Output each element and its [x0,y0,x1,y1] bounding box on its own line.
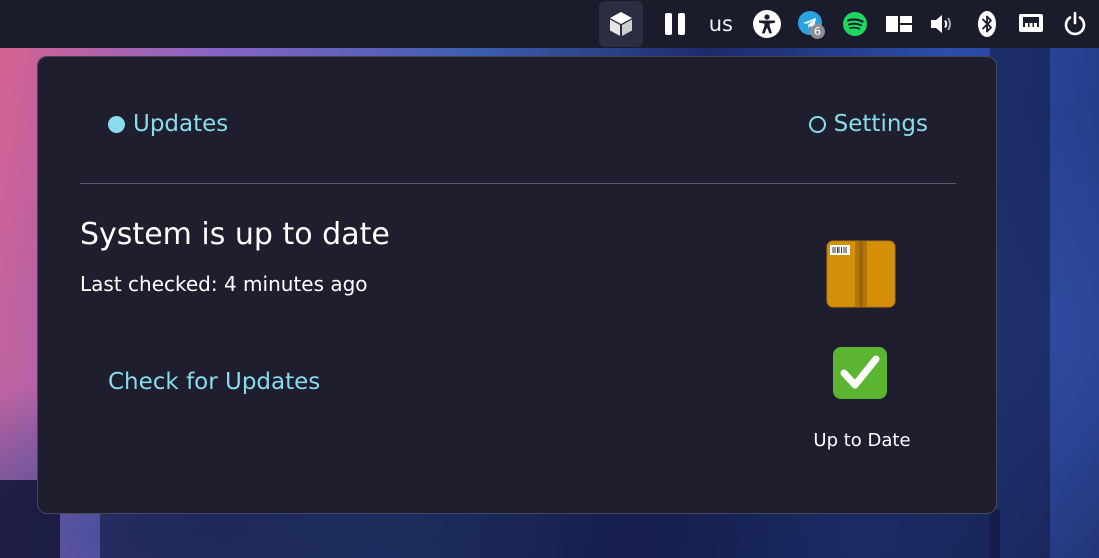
bluetooth-icon [976,10,998,38]
last-checked-text: Last checked: 4 minutes ago [80,272,368,296]
selected-radio-icon [108,115,125,133]
tab-settings-label: Settings [833,111,928,137]
pause-icon [664,12,686,36]
tab-updates[interactable]: Updates [108,111,228,137]
tab-updates-label: Updates [133,111,229,137]
top-panel: us 6 [0,0,1099,48]
updates-popup: Updates Settings System is up to date La… [37,56,997,514]
wallpaper-ground [100,510,1000,558]
status-caption: Up to Date [813,430,911,451]
tab-settings[interactable]: Settings [808,111,928,137]
telegram-unread-badge: 6 [810,24,825,39]
power-button[interactable] [1053,0,1097,48]
volume-icon [929,12,957,36]
keyboard-layout-indicator[interactable]: us [697,0,745,48]
power-icon [1062,11,1088,37]
check-mark-icon [831,345,889,405]
check-for-updates-button[interactable]: Check for Updates [108,369,320,395]
spotify-tray-button[interactable] [833,0,877,48]
window-layout-button[interactable] [877,0,921,48]
tab-bar: Updates Settings [80,57,956,184]
bluetooth-button[interactable] [965,0,1009,48]
package-box-icon [826,239,896,313]
accessibility-icon [752,9,782,39]
unselected-radio-icon [808,115,826,133]
media-pause-button[interactable] [653,0,697,48]
updates-tray-button[interactable] [598,0,643,47]
telegram-tray-button[interactable]: 6 [789,0,833,48]
volume-button[interactable] [921,0,965,48]
network-button[interactable] [1009,0,1053,48]
status-title: System is up to date [80,217,390,252]
spotify-icon [842,11,868,37]
network-icon [1018,12,1044,36]
keyboard-layout-label: us [708,12,733,36]
wallpaper-tree [990,48,1050,558]
package-icon [608,11,634,37]
accessibility-button[interactable] [745,0,789,48]
window-layout-icon [885,14,913,34]
